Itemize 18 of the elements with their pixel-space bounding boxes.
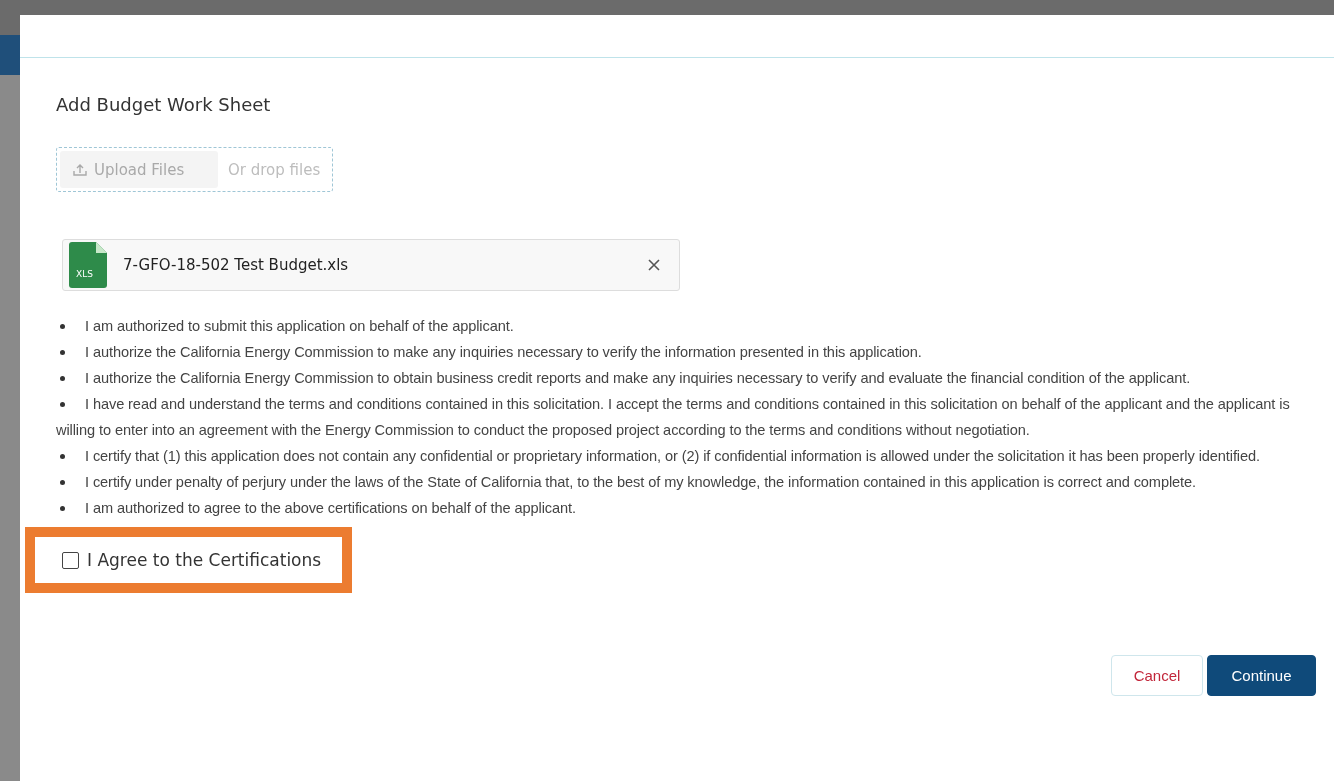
checkbox-label: I Agree to the Certifications [87, 550, 322, 570]
file-name: 7-GFO-18-502 Test Budget.xls [123, 256, 350, 274]
close-icon[interactable] [647, 258, 661, 272]
certification-text: I certify that (1) this application does not contain any confidential or proprietary information, or (2) if confidential information is allowed under the solicitation it has been properly identified. [56, 443, 1320, 469]
certification-text: I have read and understand the terms and conditions contained in this solicitation. I accept the terms and conditions contained in this solicitation on behalf of the applicant and the applicant is willing to enter into an agreement with the Energy Commission to conduct the proposed project according to the terms and conditions without negotiation. [56, 395, 1291, 440]
upload-icon [72, 162, 88, 177]
spreadsheet-file-icon [69, 242, 107, 288]
certification-text: I authorize the California Energy Commission to obtain business credit reports and make any inquiries necessary to verify and evaluate the financial condition of the applicant. [56, 365, 1320, 391]
certification-text: I authorize the California Energy Commission to make any inquiries necessary to verify the information presented in this application. [56, 339, 1320, 365]
continue-button[interactable]: Continue [1207, 655, 1316, 696]
checkbox[interactable] [62, 551, 79, 569]
drop-hint: Or drop files [228, 160, 321, 179]
certification-text: I certify under penalty of perjury under the laws of the State of California that, to the best of my knowledge, the information contained in this application is correct and complete. [56, 469, 1320, 495]
certification-text: I am authorized to agree to the above certifications on behalf of the applicant. [56, 495, 1320, 521]
section-title: Add Budget Work Sheet [56, 94, 272, 115]
certification-text: I am authorized to submit this application on behalf of the applicant. [56, 313, 1320, 339]
cancel-button[interactable]: Cancel [1111, 655, 1203, 696]
file-type-label: XLS [76, 269, 93, 279]
